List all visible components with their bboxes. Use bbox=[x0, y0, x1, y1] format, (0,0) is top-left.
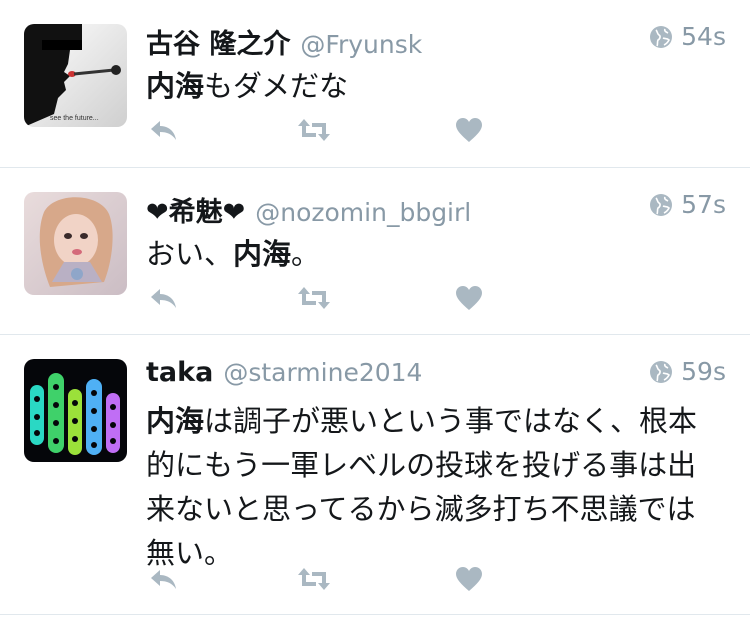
display-name[interactable]: taka bbox=[146, 357, 213, 388]
tweet[interactable]: see the future... 古谷 隆之介 @Fryunsk 54s 内海… bbox=[0, 0, 750, 168]
text-body: は調子が悪いという事ではなく、根本 bbox=[204, 404, 698, 438]
avatar-image: see the future... bbox=[24, 24, 127, 127]
user-handle[interactable]: @Fryunsk bbox=[300, 30, 422, 59]
avatar[interactable]: see the future... bbox=[24, 24, 127, 127]
heart-icon bbox=[456, 118, 482, 142]
globe-icon bbox=[649, 360, 673, 384]
reply-icon bbox=[151, 289, 176, 308]
globe-icon bbox=[649, 25, 673, 49]
text-line: 内海は調子が悪いという事ではなく、根本 bbox=[146, 399, 726, 443]
tweet[interactable]: ❤希魅❤ @nozomin_bbgirl 57s おい、内海。 bbox=[0, 168, 750, 335]
display-name[interactable]: ❤希魅❤ bbox=[146, 190, 245, 229]
reply-button[interactable] bbox=[146, 563, 182, 595]
avatar-image bbox=[24, 192, 127, 295]
time-label: 57s bbox=[681, 190, 726, 219]
avatar[interactable] bbox=[24, 192, 127, 295]
user-handle[interactable]: @starmine2014 bbox=[223, 358, 422, 387]
text-bold: 内海 bbox=[233, 237, 292, 271]
retweet-icon bbox=[298, 568, 330, 590]
tweet-header: 古谷 隆之介 @Fryunsk 54s bbox=[146, 22, 726, 61]
time-label: 54s bbox=[681, 22, 726, 51]
text-line: 来ないと思ってるから滅多打ち不思議では bbox=[146, 492, 696, 526]
tweet-header: ❤希魅❤ @nozomin_bbgirl 57s bbox=[146, 190, 726, 229]
reply-icon bbox=[151, 570, 176, 589]
retweet-button[interactable] bbox=[296, 563, 332, 595]
retweet-button[interactable] bbox=[296, 114, 332, 146]
reply-button[interactable] bbox=[146, 282, 182, 314]
text-bold: 内海 bbox=[146, 404, 205, 438]
timestamp: 54s bbox=[649, 22, 726, 51]
like-button[interactable] bbox=[451, 114, 487, 146]
time-label: 59s bbox=[681, 357, 726, 386]
tweet-actions bbox=[146, 282, 486, 314]
text-line: 的にもう一軍レベルの投球を投げる事は出 bbox=[146, 448, 697, 482]
timestamp: 59s bbox=[649, 357, 726, 386]
retweet-icon bbox=[298, 119, 330, 141]
timeline: see the future... 古谷 隆之介 @Fryunsk 54s 内海… bbox=[0, 0, 750, 615]
tweet[interactable]: taka @starmine2014 59s 内海は調子が悪いという事ではなく、… bbox=[0, 335, 750, 615]
avatar-caption: see the future... bbox=[50, 115, 99, 122]
tweet-text: おい、内海。 bbox=[146, 232, 726, 276]
retweet-icon bbox=[298, 287, 330, 309]
text-post: 。 bbox=[291, 237, 321, 271]
avatar[interactable] bbox=[24, 359, 127, 462]
tweet-header: taka @starmine2014 59s bbox=[146, 357, 726, 393]
avatar-image bbox=[24, 359, 127, 462]
text-bold: 内海 bbox=[146, 69, 205, 103]
like-button[interactable] bbox=[451, 282, 487, 314]
tweet-text: 内海は調子が悪いという事ではなく、根本 的にもう一軍レベルの投球を投げる事は出 … bbox=[146, 399, 726, 575]
tweet-actions bbox=[146, 563, 486, 595]
retweet-button[interactable] bbox=[296, 282, 332, 314]
heart-icon bbox=[456, 286, 482, 310]
reply-icon bbox=[151, 121, 176, 140]
timestamp: 57s bbox=[649, 190, 726, 219]
user-handle[interactable]: @nozomin_bbgirl bbox=[255, 198, 471, 227]
globe-icon bbox=[649, 193, 673, 217]
text-pre: おい、 bbox=[146, 237, 234, 271]
like-button[interactable] bbox=[451, 563, 487, 595]
heart-icon bbox=[456, 567, 482, 591]
tweet-text: 内海もダメだな bbox=[146, 64, 726, 108]
display-name[interactable]: 古谷 隆之介 bbox=[146, 22, 290, 61]
reply-button[interactable] bbox=[146, 114, 182, 146]
text-body: もダメだな bbox=[204, 69, 349, 103]
tweet-actions bbox=[146, 114, 486, 146]
